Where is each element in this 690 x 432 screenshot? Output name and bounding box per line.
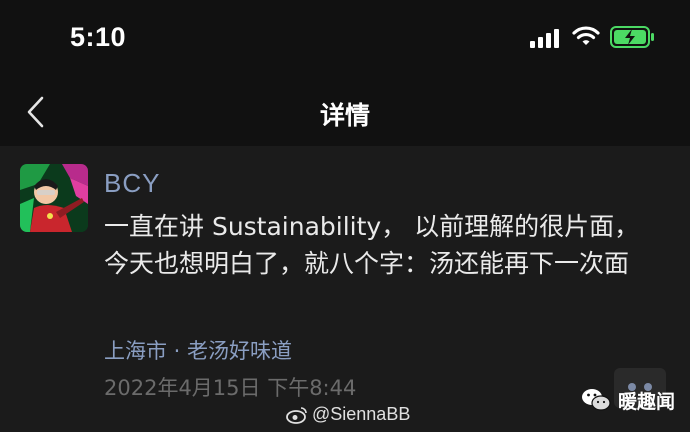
cellular-signal-icon	[530, 29, 559, 48]
wechat-logo-icon	[582, 389, 611, 411]
avatar[interactable]	[20, 164, 88, 232]
weibo-handle: @SiennaBB	[312, 404, 411, 424]
navigation-bar: 详情	[0, 78, 690, 146]
wechat-watermark: 暖趣闻	[580, 386, 675, 414]
status-bar: 5:10	[0, 0, 690, 78]
wechat-account-name: 暖趣闻	[618, 390, 676, 413]
wifi-icon	[572, 26, 600, 45]
weibo-watermark: @SiennaBB	[286, 404, 410, 425]
post-timestamp: 2022年4月15日 下午8:44	[104, 376, 357, 400]
battery-charging-icon	[610, 26, 654, 48]
status-time: 5:10	[70, 22, 127, 52]
post-text: 一直在讲 Sustainability， 以前理解的很片面，今天也想明白了，就八…	[104, 212, 640, 278]
location-link[interactable]: 上海市 · 老汤好味道	[104, 335, 292, 365]
avatar-image	[20, 164, 88, 232]
weibo-logo-icon	[286, 406, 307, 424]
page-title: 详情	[319, 101, 370, 130]
user-name[interactable]: BCY	[104, 168, 160, 199]
